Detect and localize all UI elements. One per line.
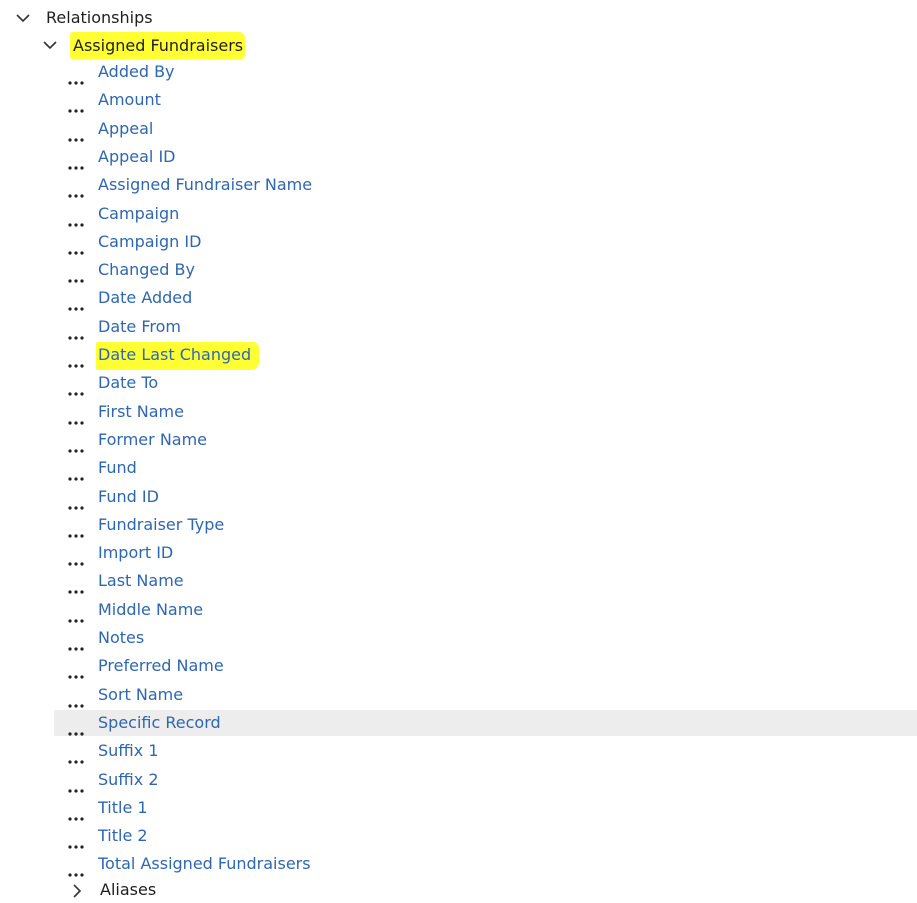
field-label[interactable]: Assigned Fundraiser Name: [98, 174, 312, 196]
field-label[interactable]: Changed By: [98, 259, 195, 281]
more-dots-icon[interactable]: [68, 127, 86, 142]
field-label[interactable]: Appeal ID: [98, 146, 175, 168]
more-dots-icon[interactable]: [68, 579, 86, 594]
tree-node-label: Assigned Fundraisers: [70, 33, 246, 58]
field-label[interactable]: Amount: [98, 89, 161, 111]
field-item[interactable]: Suffix 2: [54, 767, 917, 793]
field-item[interactable]: First Name: [54, 399, 917, 425]
more-dots-icon[interactable]: [68, 834, 86, 849]
field-label[interactable]: Former Name: [98, 429, 207, 451]
highlighted-text: Assigned Fundraisers: [70, 33, 246, 58]
field-item[interactable]: Notes: [54, 625, 917, 651]
chevron-down-icon[interactable]: [41, 36, 59, 54]
field-item[interactable]: Suffix 1: [54, 738, 917, 764]
more-dots-icon[interactable]: [68, 212, 86, 227]
field-item[interactable]: Middle Name: [54, 597, 917, 623]
field-label[interactable]: Import ID: [98, 542, 173, 564]
more-dots-icon[interactable]: [68, 608, 86, 623]
more-dots-icon[interactable]: [68, 410, 86, 425]
field-item[interactable]: Date From: [54, 314, 917, 340]
more-dots-icon[interactable]: [68, 862, 86, 877]
more-dots-icon[interactable]: [68, 325, 86, 340]
more-dots-icon[interactable]: [68, 495, 86, 510]
more-dots-icon[interactable]: [68, 98, 86, 113]
more-dots-icon[interactable]: [68, 183, 86, 198]
more-dots-icon[interactable]: [68, 381, 86, 396]
field-item[interactable]: Total Assigned Fundraisers: [54, 851, 917, 877]
field-label[interactable]: Campaign ID: [98, 231, 201, 253]
field-item[interactable]: Assigned Fundraiser Name: [54, 172, 917, 198]
field-item[interactable]: Former Name: [54, 427, 917, 453]
field-item[interactable]: Import ID: [54, 540, 917, 566]
field-item[interactable]: Preferred Name: [54, 653, 917, 679]
tree-node-label: Relationships: [46, 8, 153, 27]
field-item[interactable]: Changed By: [54, 257, 917, 283]
more-dots-icon[interactable]: [68, 693, 86, 708]
more-dots-icon[interactable]: [68, 806, 86, 821]
field-label[interactable]: Appeal: [98, 118, 153, 140]
more-dots-icon[interactable]: [68, 296, 86, 311]
more-dots-icon[interactable]: [68, 636, 86, 651]
field-label[interactable]: Fund: [98, 457, 137, 479]
field-label[interactable]: Sort Name: [98, 684, 183, 706]
field-label[interactable]: Specific Record: [98, 712, 221, 734]
field-item[interactable]: Campaign ID: [54, 229, 917, 255]
field-label[interactable]: First Name: [98, 401, 184, 423]
more-dots-icon[interactable]: [68, 721, 86, 736]
field-item[interactable]: Title 1: [54, 795, 917, 821]
field-label[interactable]: Campaign: [98, 203, 179, 225]
more-dots-icon[interactable]: [68, 155, 86, 170]
field-label[interactable]: Total Assigned Fundraisers: [98, 853, 311, 875]
field-item[interactable]: Added By: [54, 59, 917, 85]
more-dots-icon[interactable]: [68, 551, 86, 566]
field-item[interactable]: Fund ID: [54, 484, 917, 510]
more-dots-icon[interactable]: [68, 438, 86, 453]
field-label[interactable]: Suffix 2: [98, 769, 159, 791]
field-label[interactable]: Date Last Changed: [96, 342, 260, 370]
more-dots-icon[interactable]: [68, 353, 86, 368]
field-item[interactable]: Appeal: [54, 116, 917, 142]
more-dots-icon[interactable]: [68, 466, 86, 481]
field-label[interactable]: Title 2: [98, 825, 148, 847]
more-dots-icon[interactable]: [68, 664, 86, 679]
field-item[interactable]: Title 2: [54, 823, 917, 849]
field-label[interactable]: Date To: [98, 372, 158, 394]
field-label[interactable]: Middle Name: [98, 599, 203, 621]
field-label[interactable]: Last Name: [98, 570, 184, 592]
chevron-down-icon[interactable]: [14, 9, 32, 27]
more-dots-icon[interactable]: [68, 523, 86, 538]
field-label[interactable]: Fundraiser Type: [98, 514, 224, 536]
field-item[interactable]: Fundraiser Type: [54, 512, 917, 538]
field-item[interactable]: Fund: [54, 455, 917, 481]
field-item[interactable]: Date Added: [54, 285, 917, 311]
more-dots-icon[interactable]: [68, 749, 86, 764]
field-label[interactable]: Added By: [98, 61, 175, 83]
field-label[interactable]: Title 1: [98, 797, 148, 819]
field-label[interactable]: Date From: [98, 316, 181, 338]
field-tree: Relationships Assigned Fundraisers Added…: [0, 0, 917, 899]
field-label[interactable]: Notes: [98, 627, 144, 649]
field-item[interactable]: Appeal ID: [54, 144, 917, 170]
chevron-right-icon[interactable]: [68, 882, 86, 900]
field-label[interactable]: Suffix 1: [98, 740, 159, 762]
field-item[interactable]: Last Name: [54, 568, 917, 594]
field-item[interactable]: Date To: [54, 370, 917, 396]
field-label[interactable]: Fund ID: [98, 486, 159, 508]
tree-node-relationships[interactable]: Relationships: [0, 5, 917, 31]
tree-node-assigned-fundraisers[interactable]: Assigned Fundraisers: [0, 32, 917, 58]
more-dots-icon[interactable]: [68, 240, 86, 255]
field-item[interactable]: Specific Record: [54, 710, 917, 736]
field-label[interactable]: Date Added: [98, 287, 192, 309]
field-item[interactable]: Sort Name: [54, 682, 917, 708]
field-item[interactable]: Amount: [54, 87, 917, 113]
more-dots-icon[interactable]: [68, 70, 86, 85]
tree-node-aliases[interactable]: Aliases: [0, 877, 917, 903]
field-item[interactable]: Date Last Changed: [54, 342, 917, 370]
tree-node-label: Aliases: [100, 880, 157, 899]
more-dots-icon[interactable]: [68, 268, 86, 283]
field-item[interactable]: Campaign: [54, 201, 917, 227]
more-dots-icon[interactable]: [68, 778, 86, 793]
field-label[interactable]: Preferred Name: [98, 655, 224, 677]
